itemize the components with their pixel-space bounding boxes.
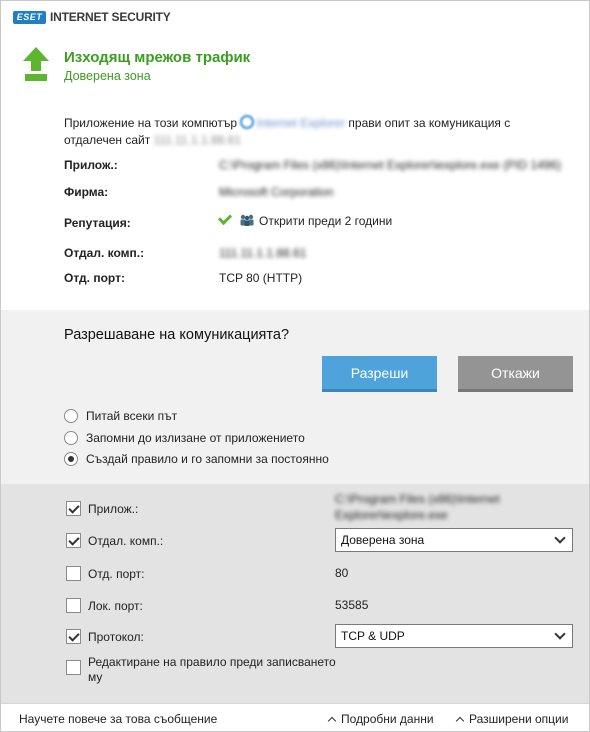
- option-label: Лок. порт:: [88, 598, 143, 613]
- page-subtitle: Доверена зона: [64, 69, 151, 83]
- deny-button[interactable]: Откажи: [458, 356, 573, 392]
- radio-button-selected[interactable]: [64, 452, 78, 466]
- remote-port-value: TCP 80 (HTTP): [219, 271, 303, 285]
- option-label: Редактиране на правило преди записването…: [88, 655, 336, 684]
- checkbox-checked[interactable]: [66, 501, 81, 516]
- radio-ask-every-time[interactable]: Питай всеки път: [64, 409, 177, 423]
- option-label: Отд. порт:: [88, 566, 145, 581]
- remote-port-label: Отд. порт:: [64, 271, 125, 285]
- option-app[interactable]: Прилож.:: [66, 501, 138, 516]
- checkbox-checked[interactable]: [66, 629, 81, 644]
- radio-label: Питай всеки път: [86, 409, 178, 423]
- allow-button[interactable]: Разреши: [322, 356, 437, 392]
- remote-host-label: Отдал. комп.:: [64, 246, 145, 260]
- users-icon: [240, 214, 254, 226]
- check-icon: [217, 210, 233, 226]
- remote-port-option-value: 80: [335, 566, 349, 580]
- chevron-down-icon: [554, 532, 566, 544]
- learn-more-link[interactable]: Научете повече за това съобщение: [19, 712, 217, 726]
- title-bar: ESET INTERNET SECURITY: [1, 1, 589, 31]
- option-remote-port[interactable]: Отд. порт:: [66, 566, 145, 581]
- checkbox[interactable]: [66, 598, 81, 613]
- advanced-label: Разширени опции: [469, 712, 569, 726]
- brand: ESET INTERNET SECURITY: [13, 10, 171, 24]
- intro-text: Приложение на този компютър Internet Exp…: [64, 115, 544, 149]
- chevron-down-icon: [554, 628, 566, 640]
- arrow-up-icon: [23, 47, 49, 81]
- radio-button[interactable]: [64, 409, 78, 423]
- option-app-value: C:\Program Files (x86)\Internet Explorer…: [335, 492, 500, 522]
- remote-host-select[interactable]: Доверена зона: [335, 528, 573, 552]
- details-label: Подробни данни: [341, 712, 434, 726]
- intro-site: 111.11.1.1.88.61: [153, 133, 241, 147]
- app-title: INTERNET SECURITY: [50, 10, 171, 24]
- option-label: Протокол:: [88, 629, 144, 644]
- intro-prefix: Приложение на този компютър: [64, 116, 238, 130]
- select-value: Доверена зона: [341, 533, 425, 547]
- option-label: Прилож.:: [88, 501, 139, 516]
- advanced-options-toggle[interactable]: Разширени опции: [455, 712, 569, 726]
- page-title: Изходящ мрежов трафик: [64, 49, 251, 66]
- checkbox-checked[interactable]: [66, 533, 81, 548]
- option-local-port[interactable]: Лок. порт:: [66, 598, 143, 613]
- decision-question: Разрешаване на комуникацията?: [64, 327, 290, 343]
- radio-label: Запомни до излизане от приложението: [86, 431, 305, 445]
- radio-remember-until-exit[interactable]: Запомни до излизане от приложението: [64, 431, 305, 445]
- option-remote-host[interactable]: Отдал. комп.:: [66, 533, 163, 548]
- company-link[interactable]: Microsoft Corporation: [219, 185, 334, 199]
- footer: Научете повече за това съобщение Подробн…: [1, 703, 589, 731]
- option-edit-rule[interactable]: Редактиране на правило преди записването…: [66, 655, 338, 685]
- chevron-up-icon: [455, 716, 465, 726]
- checkbox[interactable]: [66, 660, 81, 675]
- reputation-text: Открити преди 2 години: [259, 214, 393, 228]
- internet-explorer-icon: [240, 115, 255, 129]
- eset-logo: ESET: [13, 10, 46, 24]
- app-path-label: Прилож.:: [64, 158, 118, 172]
- local-port-option-value: 53585: [335, 598, 369, 612]
- app-path-value: C:\Program Files (x86)\Internet Explorer…: [219, 158, 562, 172]
- chevron-up-icon: [327, 716, 337, 726]
- reputation-label: Репутация:: [64, 216, 131, 230]
- radio-create-rule[interactable]: Създай правило и го запомни за постоянно: [64, 452, 329, 466]
- option-protocol[interactable]: Протокол:: [66, 629, 144, 644]
- protocol-select[interactable]: TCP & UDP: [335, 624, 573, 648]
- reputation-value: Открити преди 2 години: [217, 210, 393, 228]
- option-label: Отдал. комп.:: [88, 533, 164, 548]
- remote-host-value: 111.11.1.1.88.61: [219, 246, 307, 260]
- checkbox[interactable]: [66, 566, 81, 581]
- company-label: Фирма:: [64, 185, 109, 199]
- radio-button[interactable]: [64, 431, 78, 445]
- select-value: TCP & UDP: [341, 629, 405, 643]
- details-toggle[interactable]: Подробни данни: [327, 712, 434, 726]
- radio-label: Създай правило и го запомни за постоянно: [86, 452, 329, 466]
- intro-app-link[interactable]: Internet Explorer: [256, 116, 345, 130]
- alert-window: ESET INTERNET SECURITY Изходящ мрежов тр…: [0, 0, 590, 732]
